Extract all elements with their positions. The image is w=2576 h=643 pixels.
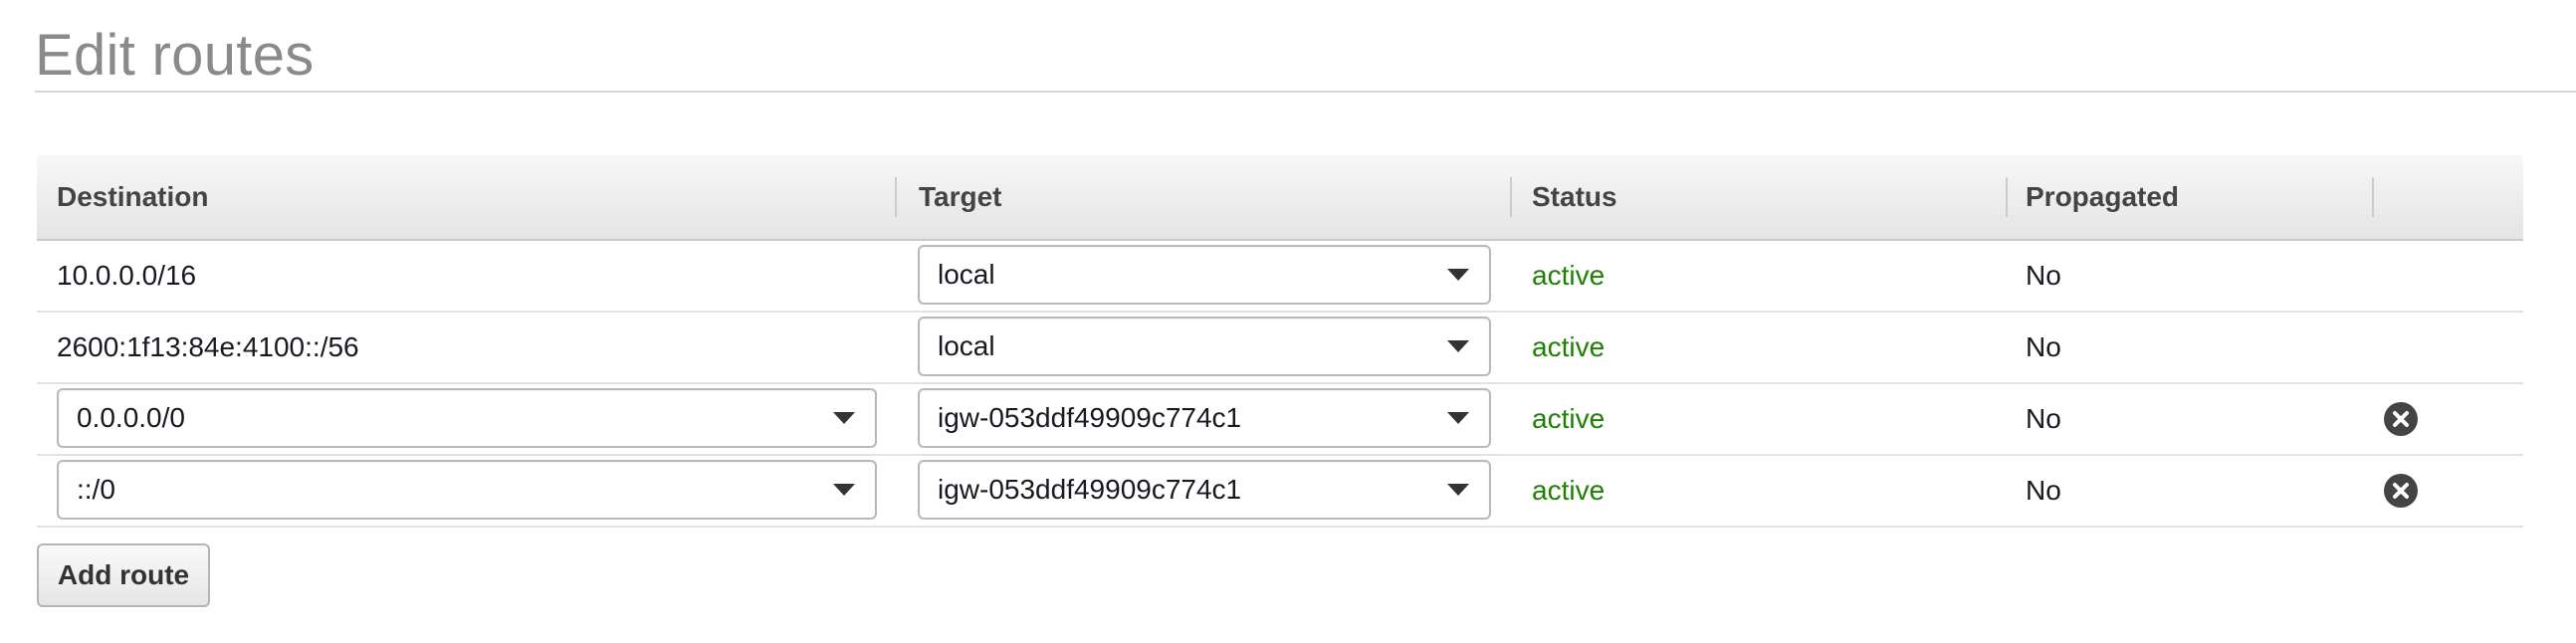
routes-table: Destination Target Status Propagated 10.…	[37, 155, 2523, 528]
table-header: Destination Target Status Propagated	[37, 155, 2523, 241]
propagated-text: No	[2026, 331, 2061, 362]
target-select[interactable]: igw-053ddf49909c774c1	[918, 388, 1491, 448]
table-row: ::/0 igw-053ddf49909c774c1 active No	[37, 456, 2523, 528]
destination-select-value: ::/0	[77, 474, 115, 505]
destination-select-value: 0.0.0.0/0	[77, 402, 185, 433]
column-header-destination: Destination	[57, 181, 209, 212]
target-select-value: igw-053ddf49909c774c1	[938, 474, 1242, 505]
caret-down-icon	[1447, 340, 1469, 352]
table-row: 0.0.0.0/0 igw-053ddf49909c774c1 active N…	[37, 384, 2523, 456]
target-select-value: local	[938, 330, 995, 361]
status-text: active	[1532, 475, 1606, 506]
column-header-status: Status	[1532, 181, 1617, 212]
caret-down-icon	[833, 412, 855, 424]
page-title: Edit routes	[35, 23, 315, 88]
table-row: 10.0.0.0/16 local active No	[37, 241, 2523, 313]
title-divider	[35, 91, 2576, 93]
destination-cell: 2600:1f13:84e:4100::/56	[57, 331, 359, 362]
caret-down-icon	[833, 484, 855, 496]
destination-select[interactable]: 0.0.0.0/0	[57, 388, 877, 448]
add-route-button[interactable]: Add route	[37, 543, 210, 607]
caret-down-icon	[1447, 484, 1469, 496]
column-header-target: Target	[919, 181, 1002, 212]
edit-routes-page: Edit routes Destination Target Status Pr…	[0, 0, 2576, 643]
column-separator	[2372, 177, 2374, 217]
propagated-text: No	[2026, 260, 2061, 291]
target-select[interactable]: local	[918, 245, 1491, 305]
close-circle-icon	[2393, 411, 2409, 427]
destination-select[interactable]: ::/0	[57, 460, 877, 520]
target-select-value: local	[938, 259, 995, 290]
propagated-text: No	[2026, 403, 2061, 434]
column-separator	[1510, 177, 1512, 217]
target-select[interactable]: local	[918, 317, 1491, 376]
remove-route-button[interactable]	[2384, 402, 2418, 436]
column-separator	[895, 177, 897, 217]
status-text: active	[1532, 260, 1606, 291]
column-header-propagated: Propagated	[2026, 181, 2180, 212]
target-select[interactable]: igw-053ddf49909c774c1	[918, 460, 1491, 520]
destination-cell: 10.0.0.0/16	[57, 260, 197, 291]
column-separator	[2006, 177, 2008, 217]
status-text: active	[1532, 331, 1606, 362]
target-select-value: igw-053ddf49909c774c1	[938, 402, 1242, 433]
table-row: 2600:1f13:84e:4100::/56 local active No	[37, 313, 2523, 384]
caret-down-icon	[1447, 412, 1469, 424]
remove-route-button[interactable]	[2384, 474, 2418, 508]
status-text: active	[1532, 403, 1606, 434]
close-circle-icon	[2393, 483, 2409, 499]
caret-down-icon	[1447, 269, 1469, 281]
propagated-text: No	[2026, 475, 2061, 506]
